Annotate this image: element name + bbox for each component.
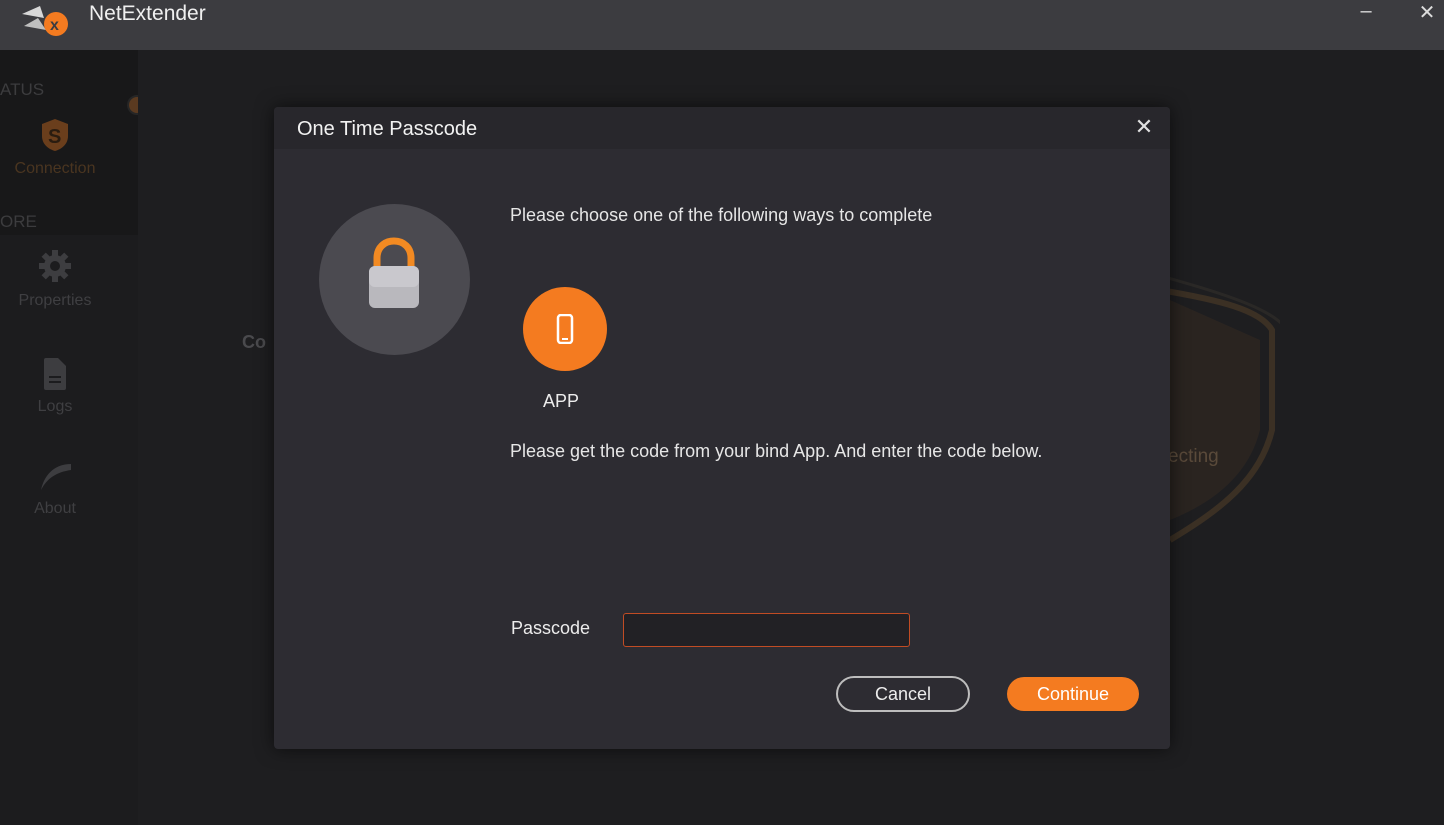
sidebar-item-properties[interactable]: Properties [0,248,110,310]
smartphone-icon [556,314,574,344]
gear-icon [39,250,71,282]
instruction-text: Please choose one of the following ways … [510,205,933,225]
description-text: Please get the code from your bind App. … [510,441,1043,461]
document-icon [44,358,66,390]
dialog-header: One Time Passcode ✕ [274,107,1170,149]
sidebar-item-connection[interactable]: S Connection [0,118,110,178]
sidebar-item-logs[interactable]: Logs [0,358,110,416]
window-close-button[interactable]: ✕ [1414,0,1440,26]
passcode-label: Passcode [511,618,591,638]
passcode-input[interactable] [623,613,910,647]
svg-text:S: S [48,126,61,148]
app-method-label: APP [543,391,580,411]
sidebar-item-label: About [34,500,76,517]
sidebar-section-more: ORE [0,212,37,231]
sidebar-item-label: Logs [37,398,73,415]
dialog-title: One Time Passcode [297,118,478,140]
continue-button[interactable]: Continue [1007,677,1139,711]
sidebar: ATUS S Connection ORE Properties Logs Ab… [0,50,138,825]
sonicwall-swoosh-icon [41,464,71,490]
sidebar-item-label: Properties [18,292,92,309]
background-label: Co [242,332,266,352]
app-method-button[interactable] [523,287,607,371]
app-title: NetExtender [89,2,206,25]
lock-icon [369,237,419,308]
netextender-logo-icon: x [22,6,68,36]
sonicwall-s-icon: S [42,119,68,151]
otp-dialog: One Time Passcode ✕ Please choose one of… [274,107,1170,749]
sidebar-section-status: ATUS [0,80,45,99]
minimize-button[interactable]: – [1354,0,1378,26]
lock-avatar [319,204,470,355]
title-bar: x NetExtender – ✕ [0,0,1444,50]
dialog-close-button[interactable]: ✕ [1132,115,1156,139]
svg-text:x: x [50,17,59,34]
sidebar-item-about[interactable]: About [0,460,110,518]
sidebar-item-label: Connection [14,160,96,177]
cancel-button[interactable]: Cancel [836,676,970,712]
connection-status-text: ecting [1168,446,1219,467]
